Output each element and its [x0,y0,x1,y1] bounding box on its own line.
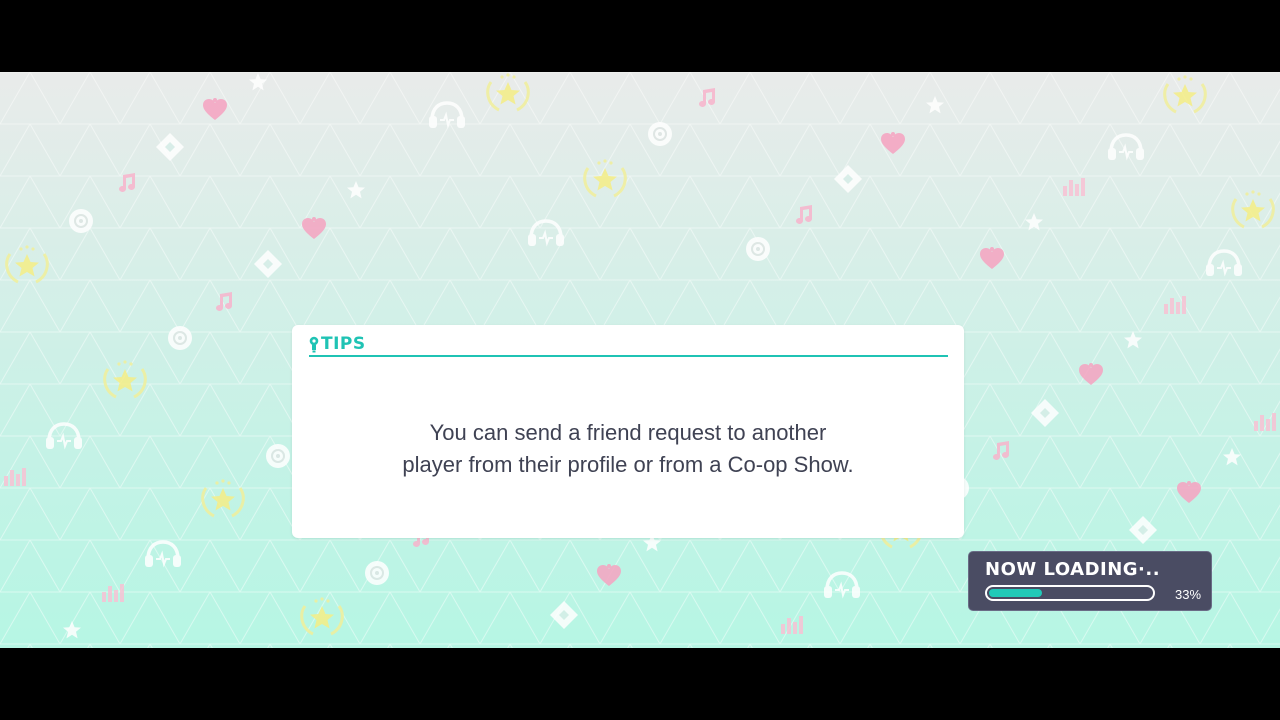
diamond-icon [549,600,579,630]
diamond-icon [833,164,863,194]
equalizer-icon [2,466,30,488]
diamond-icon [253,249,283,279]
loading-screen: TIPS You can send a friend request to an… [0,72,1280,648]
star-icon [248,72,268,92]
star-laurel-icon [1158,74,1212,118]
headphones-icon [822,570,862,600]
equalizer-icon [779,614,807,636]
star-laurel-icon [0,244,54,288]
heart-icon [979,246,1005,272]
letterbox-top [0,0,1280,72]
disc-icon [646,120,674,148]
music-note-icon [212,290,236,314]
diamond-icon [1128,515,1158,545]
diamond-icon [155,132,185,162]
star-icon [346,180,366,200]
star-icon [1024,212,1044,232]
diamond-icon [1030,398,1060,428]
star-icon [62,620,82,640]
heart-icon [301,216,327,242]
star-icon [925,95,945,115]
star-laurel-icon [98,359,152,403]
headphones-icon [143,539,183,569]
headphones-icon [44,421,84,451]
loading-panel: NOW LOADING·.. 33% [968,551,1212,611]
headphones-icon [1204,248,1244,278]
headphones-icon [1106,132,1146,162]
disc-icon [363,559,391,587]
music-note-icon [115,171,139,195]
headphones-icon [526,218,566,248]
heart-icon [202,97,228,123]
loading-label: NOW LOADING·.. [985,559,1161,580]
tips-title: TIPS [321,334,366,354]
disc-icon [67,207,95,235]
progress-percent: 33% [1175,587,1202,602]
disc-icon [744,235,772,263]
disc-icon [166,324,194,352]
music-note-icon [792,203,816,227]
tip-text: You can send a friend request to another… [292,417,964,481]
heart-icon [1176,480,1202,506]
progress-bar-fill [989,589,1042,597]
star-laurel-icon [1226,189,1280,233]
equalizer-icon [1061,176,1089,198]
lightbulb-icon [309,336,319,352]
tips-divider [309,355,948,357]
tips-header: TIPS [309,334,366,354]
heart-icon [1078,362,1104,388]
star-icon [1222,447,1242,467]
equalizer-icon [1252,411,1280,433]
progress-bar [985,585,1155,601]
star-laurel-icon [196,478,250,522]
star-laurel-icon [295,596,349,640]
letterbox-bottom [0,648,1280,720]
headphones-icon [427,100,467,130]
tip-line: player from their profile or from a Co-o… [402,452,854,477]
equalizer-icon [1162,294,1190,316]
disc-icon [264,442,292,470]
tips-card: TIPS You can send a friend request to an… [292,325,964,538]
equalizer-icon [100,582,128,604]
tip-line: You can send a friend request to another [429,420,827,445]
star-laurel-icon [481,72,535,116]
heart-icon [596,563,622,589]
music-note-icon [695,86,719,110]
star-icon [1123,330,1143,350]
star-laurel-icon [578,158,632,202]
music-note-icon [989,439,1013,463]
heart-icon [880,131,906,157]
